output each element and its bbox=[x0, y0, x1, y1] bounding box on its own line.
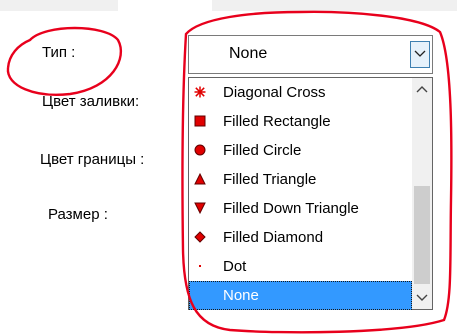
option-label: Filled Down Triangle bbox=[223, 200, 359, 217]
scroll-down-button[interactable] bbox=[412, 287, 432, 307]
option-filled-triangle[interactable]: Filled Triangle bbox=[189, 165, 412, 194]
chevron-up-icon bbox=[416, 86, 428, 93]
option-label: Filled Diamond bbox=[223, 229, 324, 246]
option-label: Diagonal Cross bbox=[223, 84, 326, 101]
border-color-label: Цвет границы : bbox=[40, 151, 145, 168]
option-dot[interactable]: Dot bbox=[189, 252, 412, 281]
filled-circle-icon bbox=[194, 136, 208, 165]
annotation-ellipse-type-label bbox=[6, 26, 123, 96]
type-label: Тип : bbox=[42, 44, 76, 61]
chevron-down-icon bbox=[416, 294, 428, 301]
top-strip bbox=[0, 0, 457, 12]
option-label: Filled Circle bbox=[223, 142, 302, 159]
dropdown-button[interactable] bbox=[410, 41, 430, 68]
filled-diamond-icon bbox=[194, 223, 208, 252]
filled-square-icon bbox=[194, 107, 208, 136]
fill-color-label: Цвет заливки: bbox=[42, 93, 140, 110]
filled-down-triangle-icon bbox=[194, 194, 208, 223]
vertical-scrollbar[interactable] bbox=[412, 78, 432, 309]
filled-triangle-icon bbox=[194, 165, 208, 194]
dropdown-list[interactable]: Diagonal Cross Filled Rectangle Filled C… bbox=[188, 77, 433, 310]
option-label: None bbox=[223, 287, 259, 304]
option-filled-circle[interactable]: Filled Circle bbox=[189, 136, 412, 165]
option-label: Dot bbox=[223, 258, 247, 275]
option-filled-down-triangle[interactable]: Filled Down Triangle bbox=[189, 194, 412, 223]
scroll-up-button[interactable] bbox=[412, 80, 432, 100]
combobox-value: None bbox=[229, 45, 268, 62]
option-filled-rectangle[interactable]: Filled Rectangle bbox=[189, 107, 412, 136]
options-list: Diagonal Cross Filled Rectangle Filled C… bbox=[189, 78, 412, 310]
top-strip-segment bbox=[0, 0, 118, 11]
option-none[interactable]: None bbox=[189, 281, 412, 310]
option-label: Filled Triangle bbox=[223, 171, 317, 188]
chevron-down-icon bbox=[414, 50, 426, 57]
option-diagonal-cross[interactable]: Diagonal Cross bbox=[189, 78, 412, 107]
size-label: Размер : bbox=[48, 206, 108, 223]
marker-type-combobox[interactable]: None bbox=[188, 35, 433, 74]
scrollbar-thumb[interactable] bbox=[414, 186, 430, 284]
dot-icon bbox=[194, 252, 208, 281]
asterisk-icon bbox=[194, 78, 208, 107]
top-strip-segment bbox=[212, 0, 457, 11]
option-filled-diamond[interactable]: Filled Diamond bbox=[189, 223, 412, 252]
option-label: Filled Rectangle bbox=[223, 113, 331, 130]
